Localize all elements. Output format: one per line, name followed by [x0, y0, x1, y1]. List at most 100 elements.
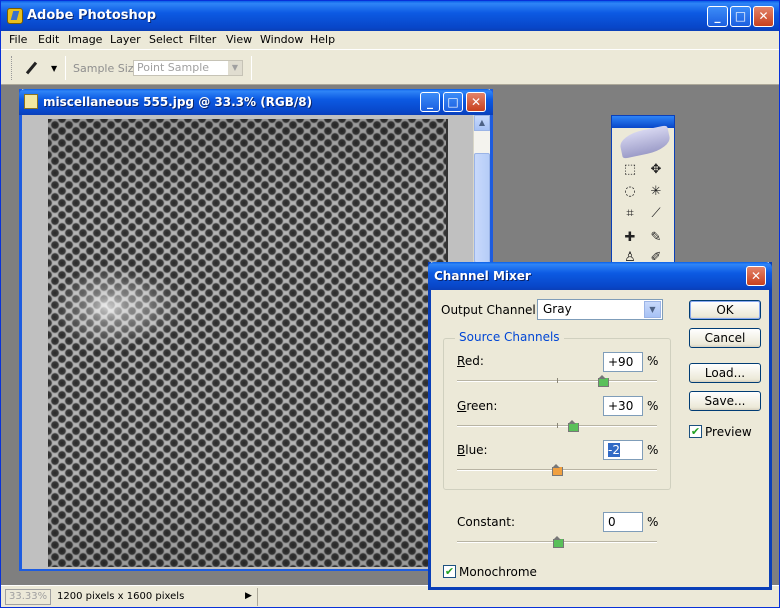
channel-mixer-dialog: Channel Mixer ✕ Output Channel: Gray ▼ S… — [428, 262, 772, 590]
red-label-key: R — [457, 354, 465, 368]
checkmark-icon: ✔ — [690, 425, 701, 438]
dialog-close-button[interactable]: ✕ — [746, 266, 766, 286]
menu-help[interactable]: Help — [310, 33, 335, 46]
options-separator — [251, 56, 252, 80]
green-label-rest: reen: — [466, 399, 498, 413]
load-button[interactable]: Load... — [689, 363, 761, 383]
menu-edit[interactable]: Edit — [38, 33, 59, 46]
output-channel-label: Output Channel: — [441, 303, 540, 317]
slider-center-tick — [557, 378, 558, 383]
options-grip[interactable] — [11, 56, 14, 80]
scroll-thumb[interactable] — [474, 153, 490, 263]
slice-tool-icon[interactable]: ⟋ — [646, 204, 666, 224]
green-slider-thumb[interactable] — [568, 420, 579, 432]
doc-maximize-button[interactable]: □ — [443, 92, 463, 112]
blue-label-key: B — [457, 443, 466, 457]
minimize-button[interactable]: _ — [707, 6, 728, 27]
sample-size-select[interactable]: Point Sample ▼ — [133, 60, 243, 76]
red-value-input[interactable]: +90 — [603, 352, 643, 372]
sample-size-value: Point Sample — [137, 61, 210, 74]
green-value-input[interactable]: +30 — [603, 396, 643, 416]
close-button[interactable]: ✕ — [753, 6, 774, 27]
magic-wand-tool-icon[interactable]: ✳ — [646, 182, 666, 202]
menu-layer[interactable]: Layer — [110, 33, 141, 46]
menu-view[interactable]: View — [226, 33, 252, 46]
channel-mixer-titlebar[interactable]: Channel Mixer ✕ — [428, 262, 772, 290]
preview-label[interactable]: Preview — [705, 425, 752, 439]
checkmark-icon: ✔ — [444, 565, 455, 578]
status-menu-arrow-icon[interactable]: ▶ — [245, 591, 252, 601]
red-slider-thumb[interactable] — [598, 375, 609, 387]
blue-value: -2 — [608, 443, 620, 457]
doc-close-button[interactable]: ✕ — [466, 92, 486, 112]
save-button[interactable]: Save... — [689, 391, 761, 411]
output-channel-value: Gray — [543, 302, 572, 316]
close-icon: ✕ — [758, 9, 769, 23]
output-channel-select[interactable]: Gray ▼ — [537, 299, 663, 320]
ok-button[interactable]: OK — [689, 300, 761, 320]
blue-percent: % — [647, 443, 659, 457]
maximize-button[interactable]: □ — [730, 6, 751, 27]
green-label: Green: — [457, 399, 497, 413]
dialog-title: Channel Mixer — [434, 269, 531, 283]
document-window: miscellaneous 555.jpg @ 33.3% (RGB/8) _ … — [19, 89, 493, 571]
crop-tool-icon[interactable]: ⌗ — [620, 204, 640, 224]
doc-minimize-button[interactable]: _ — [420, 92, 440, 112]
green-slider-track[interactable] — [457, 420, 657, 432]
monochrome-label[interactable]: Monochrome — [459, 565, 537, 579]
zoom-field[interactable]: 33.33% — [5, 589, 51, 605]
menu-select[interactable]: Select — [149, 33, 183, 46]
options-separator — [65, 56, 66, 80]
red-label-rest: ed: — [464, 354, 484, 368]
red-label: Red: — [457, 354, 484, 368]
close-icon: ✕ — [470, 95, 482, 109]
canvas-area[interactable] — [22, 115, 474, 569]
chevron-down-icon[interactable]: ▼ — [644, 301, 661, 318]
green-label-key: G — [457, 399, 467, 413]
marquee-tool-icon[interactable]: ⬚ — [620, 160, 640, 180]
blue-value-input[interactable]: -2 — [603, 440, 643, 460]
minimize-icon: _ — [714, 9, 721, 23]
constant-slider-track[interactable] — [457, 536, 657, 548]
app-title: Adobe Photoshop — [27, 8, 157, 23]
menu-bar: File Edit Image Layer Select Filter View… — [1, 31, 779, 49]
menu-filter[interactable]: Filter — [189, 33, 216, 46]
healing-brush-tool-icon[interactable]: ✚ — [620, 228, 640, 248]
scroll-up-icon[interactable]: ▲ — [474, 115, 490, 131]
monochrome-checkbox[interactable]: ✔ — [443, 565, 456, 578]
red-slider-track[interactable] — [457, 375, 657, 387]
chevron-down-icon: ▼ — [228, 61, 242, 75]
document-titlebar[interactable]: miscellaneous 555.jpg @ 33.3% (RGB/8) _ … — [19, 89, 493, 115]
blue-slider-thumb[interactable] — [552, 464, 563, 476]
source-channels-title: Source Channels — [455, 330, 564, 344]
lasso-tool-icon[interactable]: ◌ — [620, 182, 640, 202]
document-image[interactable] — [48, 119, 448, 567]
constant-value: 0 — [608, 515, 616, 529]
red-percent: % — [647, 354, 659, 368]
photoshop-feather-icon[interactable] — [618, 125, 672, 159]
app-titlebar[interactable]: Adobe Photoshop _ □ ✕ — [1, 1, 779, 31]
maximize-icon: □ — [734, 9, 747, 23]
document-title: miscellaneous 555.jpg @ 33.3% (RGB/8) — [43, 95, 313, 109]
blue-slider-track[interactable] — [457, 464, 657, 476]
cancel-button[interactable]: Cancel — [689, 328, 761, 348]
options-bar: ▼ Sample Size: Point Sample ▼ — [1, 49, 779, 85]
toolbox-palette: ⬚ ✥ ◌ ✳ ⌗ ⟋ ✚ ✎ ♙ ✐ — [611, 115, 675, 267]
constant-slider-thumb[interactable] — [553, 536, 564, 548]
red-value: +90 — [608, 355, 634, 369]
brush-tool-icon[interactable]: ✎ — [646, 228, 666, 248]
constant-percent: % — [647, 515, 659, 529]
menu-window[interactable]: Window — [260, 33, 303, 46]
tool-preset-arrow-icon[interactable]: ▼ — [51, 64, 57, 73]
move-tool-icon[interactable]: ✥ — [646, 160, 666, 180]
green-percent: % — [647, 399, 659, 413]
slider-center-tick — [557, 423, 558, 428]
constant-label: Constant: — [457, 515, 515, 529]
menu-image[interactable]: Image — [68, 33, 102, 46]
constant-value-input[interactable]: 0 — [603, 512, 643, 532]
menu-file[interactable]: File — [9, 33, 27, 46]
preview-checkbox[interactable]: ✔ — [689, 425, 702, 438]
eyedropper-icon[interactable] — [27, 60, 43, 76]
document-info: 1200 pixels x 1600 pixels — [57, 591, 185, 602]
close-icon: ✕ — [750, 269, 762, 283]
